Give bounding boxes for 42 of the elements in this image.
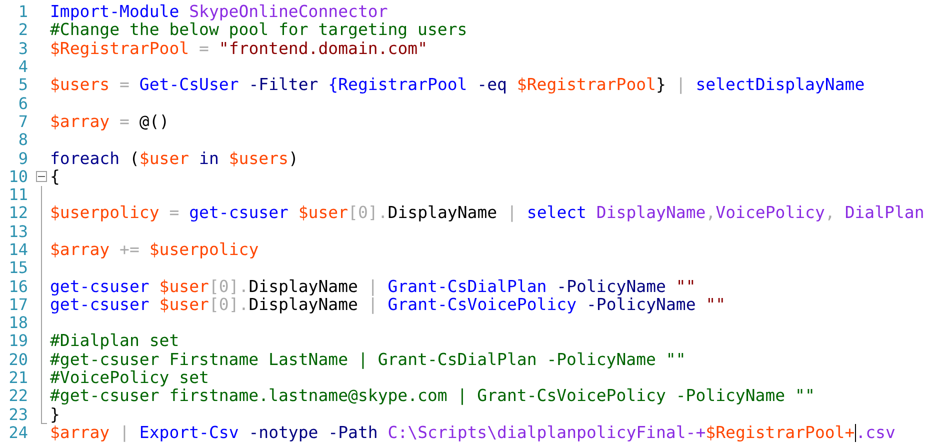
line-number: 16	[8, 278, 28, 296]
line-number: 10	[8, 168, 28, 186]
code-line: $users = Get-CsUser -Filter {RegistrarPool -eq $RegistrarPool} | selectDisplayName	[50, 76, 865, 94]
code-line: {	[50, 168, 60, 186]
line-number: 13	[8, 222, 28, 241]
line-number: 5	[18, 76, 28, 94]
line-number: 12	[8, 204, 28, 222]
code-line: #Dialplan set	[50, 332, 180, 351]
code-line: #get-csuser firstname.lastname@skype.com | Grant-CsVoicePolicy -PolicyName ""	[50, 387, 815, 406]
code-line: Import-Module SkypeOnlineConnector	[50, 3, 388, 22]
line-number: 8	[18, 131, 28, 150]
line-number: 15	[8, 259, 28, 278]
line-number: 17	[8, 296, 28, 314]
line-number: 21	[8, 369, 28, 388]
code-line: }	[50, 406, 60, 424]
line-number: 1	[18, 3, 28, 22]
code-line: $RegistrarPool = "frontend.domain.com"	[50, 40, 428, 58]
line-number: 3	[18, 40, 28, 58]
code-line: #VoicePolicy set	[50, 368, 209, 388]
line-number: 18	[8, 314, 28, 332]
line-number: 7	[18, 112, 28, 131]
code-line: get-csuser $user[0].DisplayName | Grant-CsVoicePolicy -PolicyName ""	[50, 296, 726, 314]
line-number: 14	[8, 241, 28, 259]
line-number: 9	[18, 150, 28, 168]
code-line: foreach ($user in $users)	[50, 149, 298, 168]
collapse-button[interactable]	[36, 171, 46, 182]
line-number: 19	[8, 332, 28, 350]
line-number: 11	[8, 186, 28, 204]
code-line: $userpolicy = get-csuser $user[0].DisplayName | select DisplayName,VoicePolicy, DialPlan	[50, 204, 924, 223]
line-number: 20	[8, 350, 28, 369]
code-line: $array | Export-Csv -notype -Path C:\Scripts\dialplanpolicyFinal-+$RegistrarPool+.csv	[50, 424, 896, 442]
line-number: 22	[8, 387, 28, 406]
line-number: 23	[8, 406, 28, 424]
code-line: get-csuser $user[0].DisplayName | Grant-CsDialPlan -PolicyName ""	[50, 277, 696, 296]
code-line: $array += $userpolicy	[50, 240, 259, 260]
line-number: 6	[18, 94, 28, 113]
code-line: #get-csuser Firstname LastName | Grant-CsDialPlan -PolicyName ""	[50, 350, 686, 369]
line-number: 24	[8, 424, 28, 442]
code-line: #Change the below pool for targeting users	[50, 21, 468, 40]
line-number: 2	[18, 21, 28, 40]
code-line: $array = @()	[50, 112, 170, 132]
line-number: 4	[18, 58, 28, 76]
